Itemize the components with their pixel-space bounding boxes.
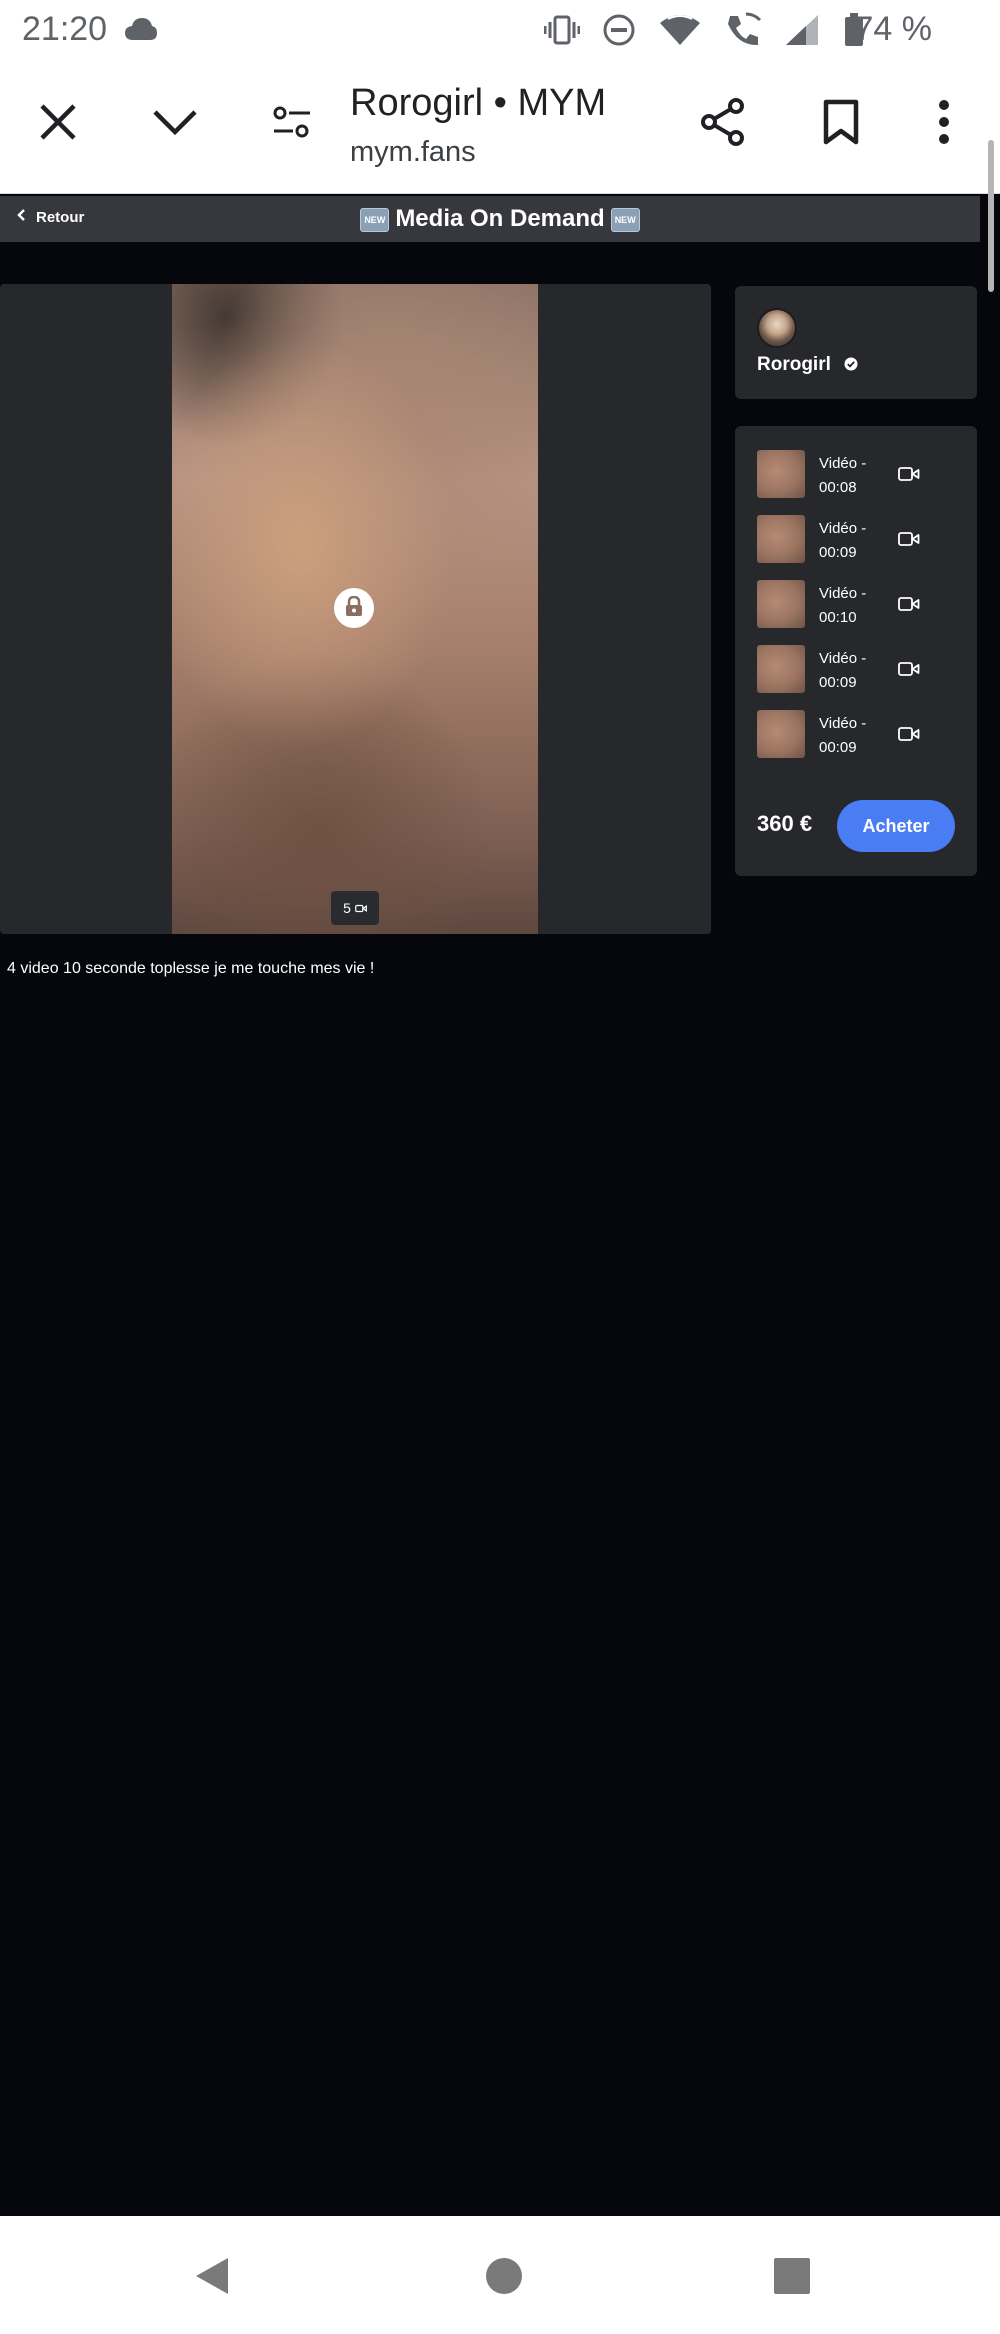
price-label: 360 €	[757, 811, 813, 836]
media-caption: 4 video 10 seconde toplesse je me touche…	[7, 960, 375, 977]
more-options-button[interactable]	[914, 94, 974, 154]
bookmark-icon	[823, 99, 859, 150]
recents-square-icon	[770, 2258, 814, 2302]
video-label: Vidéo - 00:10	[819, 585, 867, 626]
page-url[interactable]: mym.fans	[350, 136, 476, 169]
page-title-toolbar: Rorogirl • MYM	[350, 82, 607, 124]
video-label: Vidéo - 00:08	[819, 455, 867, 496]
cloud-icon	[124, 16, 158, 47]
signal-icon	[784, 13, 822, 52]
status-time: 21:20	[22, 10, 108, 48]
video-thumbnail	[757, 580, 805, 628]
media-count-badge: 5	[331, 891, 379, 925]
buy-button[interactable]: Acheter	[837, 800, 955, 852]
wifi-icon	[658, 13, 702, 52]
media-count: 5	[343, 900, 351, 916]
home-circle-icon	[482, 2258, 526, 2302]
status-icons	[543, 12, 864, 53]
bookmark-button[interactable]	[811, 94, 871, 154]
tune-icon	[272, 104, 312, 145]
page-header: Retour NEW Media On Demand NEW	[0, 196, 980, 242]
video-camera-icon	[898, 596, 920, 617]
nav-recents-button[interactable]	[770, 2254, 814, 2298]
lock-icon	[345, 595, 363, 621]
scrollbar-thumb[interactable]	[988, 140, 994, 292]
video-thumbnail	[757, 710, 805, 758]
page-settings-button[interactable]	[262, 94, 322, 154]
verified-icon	[844, 357, 858, 376]
status-bar: 21:20 74 %	[0, 0, 1000, 60]
video-camera-icon	[898, 531, 920, 552]
purchase-card: Vidéo - 00:08 Vidéo - 00:09 Vidéo - 00:1…	[735, 426, 977, 876]
new-badge-left: NEW	[360, 207, 390, 232]
back-triangle-icon	[190, 2258, 234, 2302]
list-item[interactable]: Vidéo - 00:08	[757, 450, 967, 502]
minimize-button[interactable]	[145, 94, 205, 154]
list-item[interactable]: Vidéo - 00:10	[757, 580, 967, 632]
more-vert-icon	[938, 99, 950, 150]
video-camera-icon	[355, 900, 367, 916]
close-button[interactable]	[28, 94, 88, 154]
nav-home-button[interactable]	[482, 2254, 526, 2298]
video-thumbnail	[757, 645, 805, 693]
new-badge-right: NEW	[610, 207, 640, 232]
wifi-calling-icon	[724, 12, 762, 53]
video-camera-icon	[898, 726, 920, 747]
lock-button[interactable]	[334, 588, 374, 628]
video-camera-icon	[898, 466, 920, 487]
video-label: Vidéo - 00:09	[819, 650, 867, 691]
list-item[interactable]: Vidéo - 00:09	[757, 645, 967, 697]
nav-back-button[interactable]	[190, 2254, 234, 2298]
video-label: Vidéo - 00:09	[819, 715, 867, 756]
vibrate-icon	[543, 13, 581, 52]
list-item[interactable]: Vidéo - 00:09	[757, 515, 967, 567]
video-camera-icon	[898, 661, 920, 682]
system-nav-bar	[0, 2216, 1000, 2334]
do-not-disturb-icon	[602, 13, 636, 52]
creator-name[interactable]: Rorogirl	[757, 354, 831, 376]
page-title-text: Media On Demand	[395, 205, 605, 232]
browser-toolbar: Rorogirl • MYM mym.fans	[0, 60, 1000, 194]
list-item[interactable]: Vidéo - 00:09	[757, 710, 967, 762]
page-title: NEW Media On Demand NEW	[0, 205, 1000, 233]
share-icon	[700, 97, 748, 151]
app-root: 21:20 74 % Rorogirl • MYM mym.fans Retou…	[0, 0, 1000, 2334]
share-button[interactable]	[694, 94, 754, 154]
creator-card: Rorogirl	[735, 286, 977, 399]
battery-percent: 74 %	[854, 10, 933, 48]
chevron-down-icon	[152, 108, 198, 141]
video-label: Vidéo - 00:09	[819, 520, 867, 561]
video-thumbnail	[757, 450, 805, 498]
close-icon	[39, 103, 77, 146]
video-thumbnail	[757, 515, 805, 563]
avatar[interactable]	[757, 308, 797, 348]
